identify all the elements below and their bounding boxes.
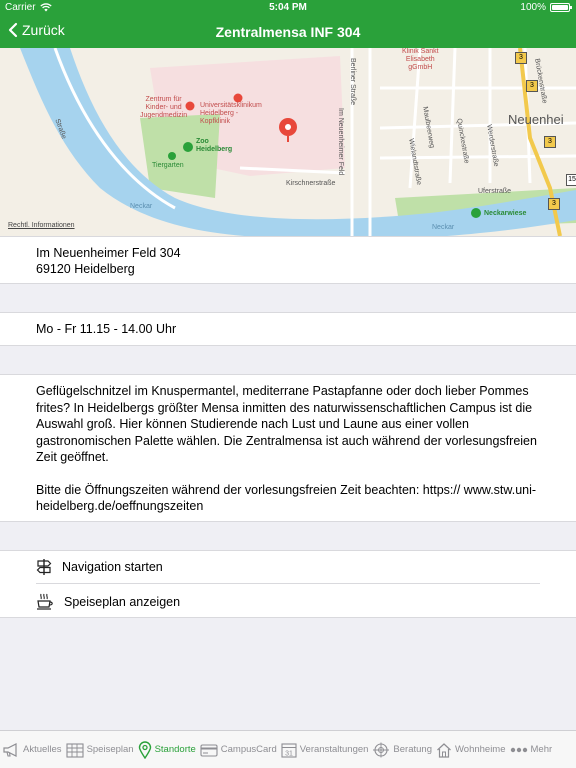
- tab-label: Wohnheime: [454, 744, 506, 755]
- tab-label: Aktuelles: [23, 744, 62, 755]
- tab-bar: Aktuelles Speiseplan Standorte CampusCar…: [0, 730, 576, 768]
- battery-icon: [550, 3, 572, 12]
- navigation-start-label: Navigation starten: [62, 560, 163, 574]
- address-street: Im Neuenheimer Feld 304: [36, 246, 181, 260]
- status-bar: Carrier 5:04 PM 100%: [0, 0, 576, 16]
- map-label: Universitätsklinikum Heidelberg - Kopfkl…: [200, 102, 262, 125]
- tab-beratung[interactable]: Beratung: [372, 742, 432, 758]
- show-menu-button[interactable]: Speiseplan anzeigen: [36, 585, 540, 618]
- lifebuoy-icon: [373, 742, 390, 757]
- map-label: Klinik Sankt Elisabeth gGmbH: [402, 48, 439, 71]
- card-icon: [200, 743, 218, 757]
- navigation-start-button[interactable]: Navigation starten: [36, 551, 540, 584]
- calendar-day: 31: [285, 750, 293, 757]
- map-label: Zentrum für Kinder- und Jugendmedizin: [140, 96, 188, 119]
- route-badge: 3: [526, 80, 538, 92]
- tab-veranstaltungen[interactable]: 31 Veranstaltungen: [281, 742, 369, 758]
- tab-standorte[interactable]: Standorte: [138, 740, 196, 759]
- status-time: 5:04 PM: [269, 2, 307, 13]
- page-title: Zentralmensa INF 304: [215, 24, 361, 40]
- description-text: Geflügelschnitzel im Knuspermantel, medi…: [36, 384, 537, 464]
- map-label: Neckar: [432, 224, 455, 231]
- tab-wohnheime[interactable]: Wohnheime: [436, 742, 506, 758]
- tab-campuscard[interactable]: CampusCard: [200, 743, 277, 757]
- map-label: Neckarwiese: [484, 210, 527, 217]
- tab-label: Speiseplan: [86, 744, 134, 755]
- megaphone-icon: [3, 742, 17, 757]
- grid-calendar-icon: [66, 742, 84, 758]
- route-badge: 3: [548, 198, 560, 210]
- description-note: Bitte die Öffnungszeiten während der vor…: [36, 482, 537, 514]
- map-label: Neuenhei: [508, 112, 564, 127]
- tab-speiseplan[interactable]: Speiseplan: [66, 742, 134, 758]
- map-label: Uferstraße: [478, 188, 512, 195]
- actions-section: Navigation starten Speiseplan anzeigen: [0, 550, 576, 618]
- battery-info: 100%: [520, 2, 572, 13]
- house-icon: [437, 742, 451, 758]
- map-label: Zoo Heidelberg: [196, 138, 233, 153]
- tab-label: CampusCard: [220, 744, 277, 755]
- signpost-icon: [36, 559, 52, 575]
- more-dots-icon: [510, 747, 527, 752]
- tab-mehr[interactable]: Mehr: [510, 744, 553, 755]
- route-badge: 15: [566, 174, 576, 186]
- calendar-icon: 31: [281, 742, 297, 758]
- opening-hours-section: Mo - Fr 11.15 - 14.00 Uhr: [0, 312, 576, 346]
- route-badge: 3: [515, 52, 527, 64]
- tab-label: Mehr: [530, 744, 553, 755]
- map-pin-icon: [138, 740, 151, 759]
- description-section: Geflügelschnitzel im Knuspermantel, medi…: [0, 374, 576, 522]
- address-city: 69120 Heidelberg: [36, 262, 135, 276]
- tab-label: Beratung: [393, 744, 432, 755]
- tab-aktuelles[interactable]: Aktuelles: [2, 742, 62, 758]
- battery-percent: 100%: [520, 2, 546, 13]
- navigation-bar: Zurück Zentralmensa INF 304: [0, 16, 576, 48]
- map-label: Berliner Straße: [349, 58, 356, 106]
- map-label: Im Neuenheimer Feld: [337, 108, 344, 176]
- legal-info-link[interactable]: Rechtl. Informationen: [8, 222, 75, 229]
- route-badge: 3: [544, 136, 556, 148]
- coffee-cup-icon: [37, 593, 53, 610]
- show-menu-label: Speiseplan anzeigen: [64, 594, 181, 609]
- tab-label: Veranstaltungen: [299, 744, 369, 755]
- tab-label: Standorte: [154, 744, 196, 755]
- location-map[interactable]: Straße Zentrum für Kinder- und Jugendmed…: [0, 48, 576, 236]
- map-label: Kirschnerstraße: [286, 180, 336, 187]
- map-label: Tiergarten: [152, 162, 184, 169]
- address-section: Im Neuenheimer Feld 304 69120 Heidelberg: [0, 236, 576, 284]
- map-label: Neckar: [130, 203, 153, 210]
- opening-hours: Mo - Fr 11.15 - 14.00 Uhr: [36, 322, 177, 336]
